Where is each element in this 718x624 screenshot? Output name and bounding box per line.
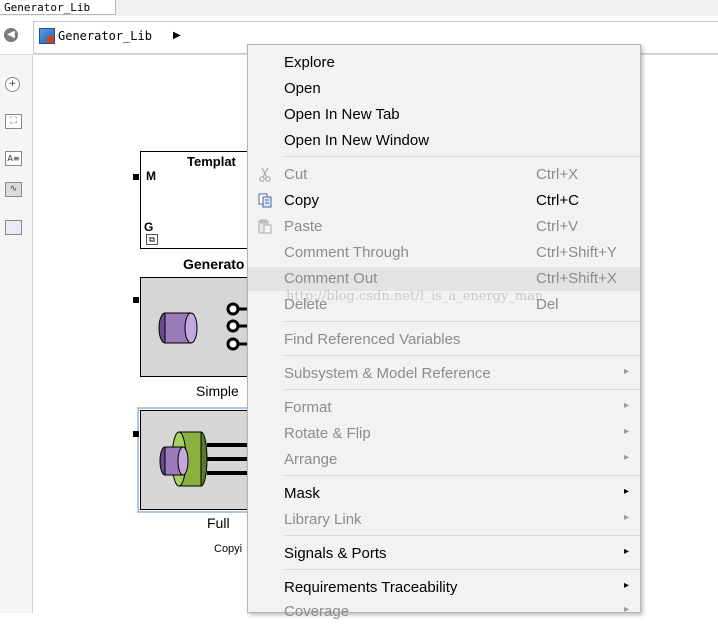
- menu-item-label: Comment Out: [284, 270, 378, 287]
- menu-item-arrange[interactable]: Arrange ▸: [248, 448, 640, 472]
- menu-item-label: Find Referenced Variables: [284, 331, 461, 348]
- menu-separator: [284, 156, 640, 157]
- menu-item-rotate-flip[interactable]: Rotate & Flip ▸: [248, 422, 640, 446]
- menu-item-copy[interactable]: Copy Ctrl+C: [248, 189, 640, 213]
- simple-block-caption: Simple: [196, 383, 239, 399]
- simple-block[interactable]: [140, 277, 260, 377]
- menu-item-label: Mask: [284, 485, 320, 502]
- menu-item-label: Open: [284, 80, 321, 97]
- menu-item-open-in-new-tab[interactable]: Open In New Tab: [248, 103, 640, 127]
- submenu-arrow-icon: ▸: [624, 486, 630, 497]
- port-label-g: G: [144, 220, 154, 234]
- menu-item-requirements-traceability[interactable]: Requirements Traceability ▸: [248, 576, 640, 600]
- submenu-arrow-icon: ▸: [624, 366, 630, 377]
- menu-item-label: Rotate & Flip: [284, 425, 371, 442]
- menu-item-label: Paste: [284, 218, 323, 235]
- menu-separator: [284, 535, 640, 536]
- submenu-arrow-icon: ▸: [624, 546, 630, 557]
- menu-item-label: Subsystem & Model Reference: [284, 365, 491, 382]
- menu-item-shortcut: Ctrl+C: [536, 192, 579, 209]
- breadcrumb-item-generator-lib[interactable]: Generator_Lib: [58, 28, 152, 44]
- menu-item-explore[interactable]: Explore: [248, 51, 640, 75]
- subsystem-icon: ⧉: [146, 234, 158, 245]
- menu-item-format[interactable]: Format ▸: [248, 396, 640, 420]
- menu-item-subsystem-model-reference[interactable]: Subsystem & Model Reference ▸: [248, 362, 640, 386]
- submenu-arrow-icon: ▸: [624, 400, 630, 411]
- full-generator-icon: [159, 431, 259, 487]
- menu-item-comment-through[interactable]: Comment Through Ctrl+Shift+Y: [248, 241, 640, 265]
- menu-item-label: Library Link: [284, 511, 362, 528]
- menu-item-library-link[interactable]: Library Link ▸: [248, 508, 640, 532]
- menu-item-label: Cut: [284, 166, 308, 183]
- scissors-icon: [259, 167, 271, 182]
- menu-item-label: Copy: [284, 192, 320, 209]
- fit-to-view-icon[interactable]: ⛶: [5, 114, 22, 129]
- menu-item-find-referenced-variables[interactable]: Find Referenced Variables: [248, 328, 640, 352]
- inport-icon: [133, 174, 139, 180]
- menu-item-label: Signals & Ports: [284, 545, 387, 562]
- paste-icon: [258, 219, 272, 234]
- menu-item-comment-out[interactable]: Comment Out Ctrl+Shift+X: [248, 267, 640, 291]
- menu-item-label: Comment Through: [284, 244, 409, 261]
- menu-item-shortcut: Ctrl+Shift+Y: [536, 244, 617, 261]
- menu-separator: [284, 355, 640, 356]
- menu-item-shortcut: Ctrl+V: [536, 218, 579, 235]
- template-block[interactable]: Templat M G ⧉: [140, 151, 260, 249]
- menu-item-label: Requirements Traceability: [284, 579, 458, 596]
- full-block-caption: Full: [207, 515, 230, 531]
- menu-separator: [284, 321, 640, 322]
- menu-item-open[interactable]: Open: [248, 77, 640, 101]
- annotation-icon[interactable]: A≡: [5, 151, 22, 166]
- menu-item-shortcut: Ctrl+Shift+X: [536, 270, 617, 287]
- watermark-text: http://blog.csdn.net/I_is_a_energy_man: [286, 289, 544, 304]
- inport-icon: [133, 297, 139, 303]
- menu-item-paste[interactable]: Paste Ctrl+V: [248, 215, 640, 239]
- menu-separator: [284, 389, 640, 390]
- zoom-in-icon[interactable]: +: [5, 77, 20, 92]
- submenu-arrow-icon: ▸: [624, 452, 630, 463]
- submenu-arrow-icon: ▸: [624, 426, 630, 437]
- breadcrumb-arrow-icon[interactable]: ▶: [173, 28, 181, 44]
- menu-item-label: Explore: [284, 54, 335, 71]
- tool-palette: + ⛶ A≡ ∿: [0, 55, 33, 613]
- menu-item-cut[interactable]: Cut Ctrl+X: [248, 163, 640, 187]
- menu-item-label: Arrange: [284, 451, 338, 468]
- tab-generator-lib[interactable]: Generator_Lib: [0, 0, 116, 15]
- image-icon[interactable]: ∿: [5, 182, 22, 197]
- tab-strip: Generator_Lib: [0, 0, 718, 16]
- full-block[interactable]: [140, 410, 260, 510]
- context-menu: Explore Open Open In New Tab Open In New…: [247, 44, 641, 620]
- menu-item-label: Open In New Tab: [284, 106, 400, 123]
- menu-item-coverage[interactable]: Coverage ▸: [248, 600, 640, 624]
- port-label-m: M: [146, 169, 156, 183]
- back-arrow-icon[interactable]: ◀: [4, 28, 18, 42]
- menu-separator: [284, 475, 640, 476]
- copyright-text: Copyi: [214, 543, 243, 555]
- inport-icon: [133, 431, 139, 437]
- menu-item-label: Format: [284, 399, 332, 416]
- menu-item-mask[interactable]: Mask ▸: [248, 482, 640, 506]
- copy-icon: [258, 193, 272, 208]
- menu-item-open-in-new-window[interactable]: Open In New Window: [248, 129, 640, 153]
- menu-item-label: Coverage: [284, 603, 350, 620]
- simple-generator-icon: [158, 302, 259, 351]
- area-icon[interactable]: [5, 220, 22, 235]
- menu-item-shortcut: Ctrl+X: [536, 166, 579, 183]
- menu-separator: [284, 569, 640, 570]
- menu-item-signals-ports[interactable]: Signals & Ports ▸: [248, 542, 640, 566]
- template-block-title: Templat: [187, 154, 236, 169]
- submenu-arrow-icon: ▸: [624, 604, 630, 615]
- submenu-arrow-icon: ▸: [624, 580, 630, 591]
- model-icon: [39, 28, 55, 44]
- template-block-caption: Generato: [183, 256, 245, 272]
- menu-item-label: Open In New Window: [284, 132, 430, 149]
- submenu-arrow-icon: ▸: [624, 512, 630, 523]
